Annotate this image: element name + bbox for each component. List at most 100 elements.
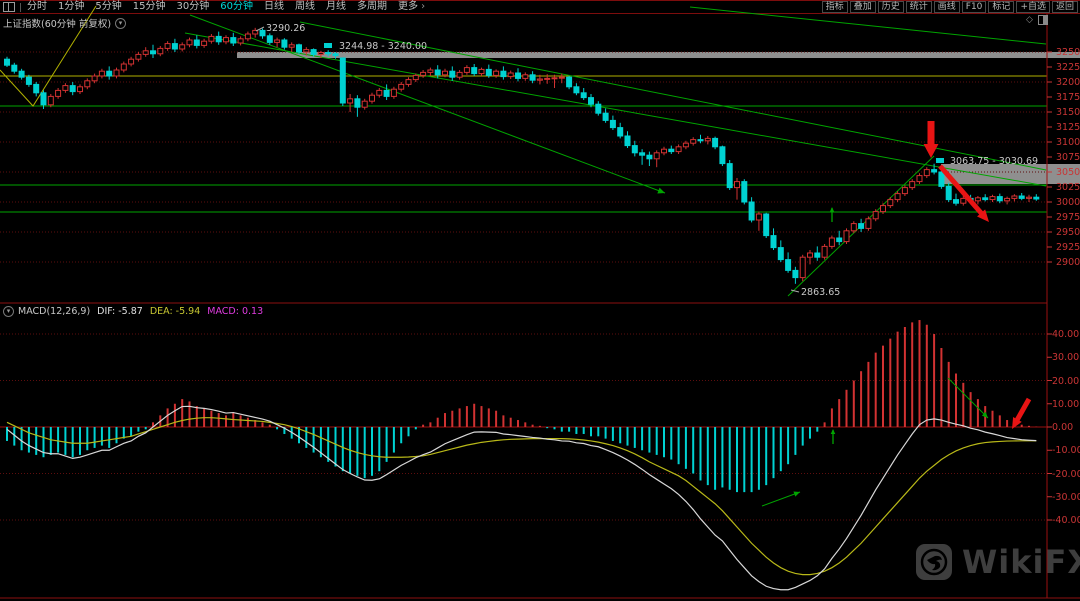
- candle-body: [800, 257, 805, 277]
- chart-title-row: 上证指数(60分钟 前复权) ▾: [3, 16, 126, 30]
- candle-body: [486, 69, 491, 75]
- candle-body: [216, 36, 221, 41]
- price-axis-label: 2975: [1056, 212, 1080, 223]
- candle-body: [720, 147, 725, 164]
- chart-canvas[interactable]: 3290.263244.98 - 3240.003063.75 - 3030.6…: [0, 0, 1080, 601]
- candle-body: [559, 77, 564, 78]
- candle-body: [888, 200, 893, 206]
- candle-body: [41, 93, 46, 105]
- candle-body: [245, 34, 250, 39]
- candle-body: [1005, 198, 1010, 200]
- macd-hist-value: MACD: 0.13: [207, 306, 263, 317]
- macd-indicator-name: MACD(12,26,9): [18, 306, 90, 317]
- trading-terminal: 分时1分钟5分钟15分钟30分钟60分钟日线周线月线多周期更多 指标叠加历史统计…: [0, 0, 1080, 601]
- candle-body: [866, 219, 871, 229]
- price-axis-label: 3200: [1056, 77, 1080, 88]
- candle-body: [742, 182, 747, 202]
- candle-body: [355, 99, 360, 107]
- indicator-dropdown-icon[interactable]: ▾: [3, 306, 14, 317]
- price-callout: 3290.26: [266, 23, 305, 34]
- candle-body: [129, 59, 134, 64]
- candle-body: [12, 65, 17, 71]
- candle-body: [1012, 196, 1017, 198]
- candle-body: [735, 182, 740, 188]
- candle-body: [786, 260, 791, 271]
- candle-body: [172, 44, 177, 49]
- candle-body: [187, 40, 192, 45]
- candle-body: [260, 30, 265, 35]
- candle-body: [902, 188, 907, 194]
- symbol-dropdown-icon[interactable]: ▾: [115, 18, 126, 29]
- candle-body: [727, 164, 732, 188]
- candle-body: [844, 231, 849, 242]
- candle-body: [851, 224, 856, 231]
- candle-body: [370, 95, 375, 101]
- candle-body: [114, 70, 119, 76]
- candle-body: [632, 146, 637, 153]
- candle-body: [859, 224, 864, 229]
- panel-toggle-icon[interactable]: [1038, 15, 1048, 25]
- candle-body: [78, 87, 83, 92]
- wikifx-watermark-text: WikiFX: [962, 543, 1080, 581]
- candle-body: [19, 71, 24, 77]
- candle-body: [318, 53, 323, 55]
- candle-body: [194, 40, 199, 45]
- candle-body: [698, 140, 703, 141]
- candle-body: [26, 77, 31, 84]
- callout-marker: [324, 43, 332, 48]
- price-axis-label: 3125: [1056, 122, 1080, 133]
- page-title: 上证指数(60分钟 前复权): [3, 16, 111, 30]
- candle-body: [333, 54, 338, 56]
- candle-body: [413, 75, 418, 79]
- candle-body: [815, 253, 820, 257]
- candle-body: [99, 71, 104, 76]
- candle-body: [348, 99, 353, 103]
- price-callout: 2863.65: [801, 287, 840, 298]
- candle-body: [530, 75, 535, 80]
- price-callout: 3244.98 - 3240.00: [339, 41, 427, 52]
- macd-axis-label: -30.00: [1052, 492, 1080, 503]
- price-axis-label: 2925: [1056, 242, 1080, 253]
- candle-body: [238, 39, 243, 43]
- candle-body: [975, 198, 980, 201]
- macd-axis-label: 10.00: [1052, 399, 1079, 410]
- candle-body: [5, 59, 10, 65]
- candle-body: [202, 41, 207, 45]
- candle-body: [143, 51, 148, 55]
- candle-body: [85, 81, 90, 87]
- candle-body: [63, 86, 68, 91]
- candle-body: [1034, 197, 1039, 199]
- price-axis-label: 3150: [1056, 107, 1080, 118]
- candle-body: [771, 236, 776, 248]
- candle-body: [654, 153, 659, 159]
- macd-axis-label: -20.00: [1052, 469, 1080, 480]
- candle-body: [574, 87, 579, 93]
- candle-body: [48, 96, 53, 104]
- candle-body: [705, 138, 710, 140]
- candle-body: [618, 128, 623, 136]
- candle-body: [158, 48, 163, 53]
- candle-body: [932, 170, 937, 172]
- candle-body: [793, 270, 798, 277]
- chart-corner-tools: ◇: [1026, 15, 1048, 25]
- candle-body: [895, 194, 900, 200]
- candle-body: [428, 70, 433, 72]
- candle-body: [917, 176, 922, 182]
- candle-body: [501, 71, 506, 76]
- candle-body: [596, 104, 601, 113]
- macd-axis-label: -10.00: [1052, 445, 1080, 456]
- candle-body: [764, 214, 769, 236]
- candle-body: [464, 68, 469, 73]
- candle-body: [377, 90, 382, 95]
- candle-body: [34, 84, 39, 92]
- candle-body: [778, 248, 783, 260]
- candle-body: [224, 38, 229, 42]
- candle-body: [275, 40, 280, 42]
- candle-body: [669, 149, 674, 151]
- candle-body: [516, 73, 521, 78]
- candle-body: [508, 73, 513, 77]
- candle-body: [92, 76, 97, 81]
- diamond-tool-icon[interactable]: ◇: [1026, 15, 1033, 25]
- candle-body: [180, 45, 185, 49]
- candle-body: [289, 45, 294, 47]
